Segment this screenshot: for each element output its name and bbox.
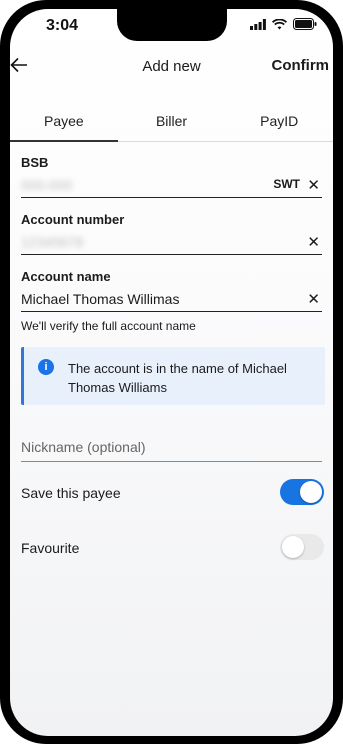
account-name-field: Account name Michael Thomas Willimas ✕: [21, 269, 322, 312]
account-name-value: Michael Thomas Willimas: [21, 291, 180, 307]
cellular-icon: [250, 18, 266, 30]
favourite-toggle[interactable]: [280, 534, 324, 560]
status-icons: [250, 18, 317, 30]
account-number-label: Account number: [21, 212, 125, 227]
clear-account-name-icon[interactable]: ✕: [307, 290, 320, 308]
favourite-label: Favourite: [21, 540, 80, 556]
nickname-placeholder: Nickname (optional): [21, 439, 146, 455]
save-payee-toggle[interactable]: [280, 479, 324, 505]
account-number-field: Account number 12345678 ✕: [21, 212, 322, 255]
nickname-input[interactable]: Nickname (optional): [21, 439, 322, 462]
app-header: Add new Confirm: [10, 55, 333, 79]
toggle-knob: [300, 481, 322, 503]
tab-bar: Payee Biller PayID: [10, 113, 333, 142]
phone-frame: 3:04 Add new Confirm Payee Biller PayID …: [0, 0, 343, 744]
favourite-row: Favourite: [21, 534, 324, 562]
account-number-input[interactable]: 12345678 ✕: [21, 230, 322, 255]
bsb-label: BSB: [21, 155, 49, 170]
battery-icon: [293, 18, 317, 30]
bsb-input[interactable]: 000-000 SWT ✕: [21, 173, 322, 198]
confirm-button[interactable]: Confirm: [272, 57, 330, 74]
account-name-input[interactable]: Michael Thomas Willimas ✕: [21, 287, 322, 312]
account-name-label: Account name: [21, 269, 111, 284]
bsb-value: 000-000: [21, 177, 73, 193]
tab-payee[interactable]: Payee: [10, 113, 118, 142]
toggle-knob: [282, 536, 304, 558]
clear-bsb-icon[interactable]: ✕: [307, 176, 320, 194]
info-icon: i: [38, 359, 54, 375]
wifi-icon: [272, 18, 287, 29]
account-number-value: 12345678: [21, 234, 84, 250]
dynamic-island: [117, 9, 227, 41]
bsb-bank-code: SWT: [273, 177, 300, 191]
save-payee-label: Save this payee: [21, 485, 121, 501]
bsb-field: BSB 000-000 SWT ✕: [21, 155, 322, 198]
tab-payid[interactable]: PayID: [225, 113, 333, 141]
verification-info-banner: i The account is in the name of Michael …: [21, 347, 325, 405]
tab-biller[interactable]: Biller: [118, 113, 226, 141]
status-time: 3:04: [46, 17, 79, 34]
verification-info-text: The account is in the name of Michael Th…: [68, 361, 287, 395]
clear-account-number-icon[interactable]: ✕: [307, 233, 320, 251]
account-name-helper: We'll verify the full account name: [21, 319, 196, 333]
save-payee-row: Save this payee: [21, 479, 324, 507]
screen: 3:04 Add new Confirm Payee Biller PayID …: [10, 9, 333, 736]
